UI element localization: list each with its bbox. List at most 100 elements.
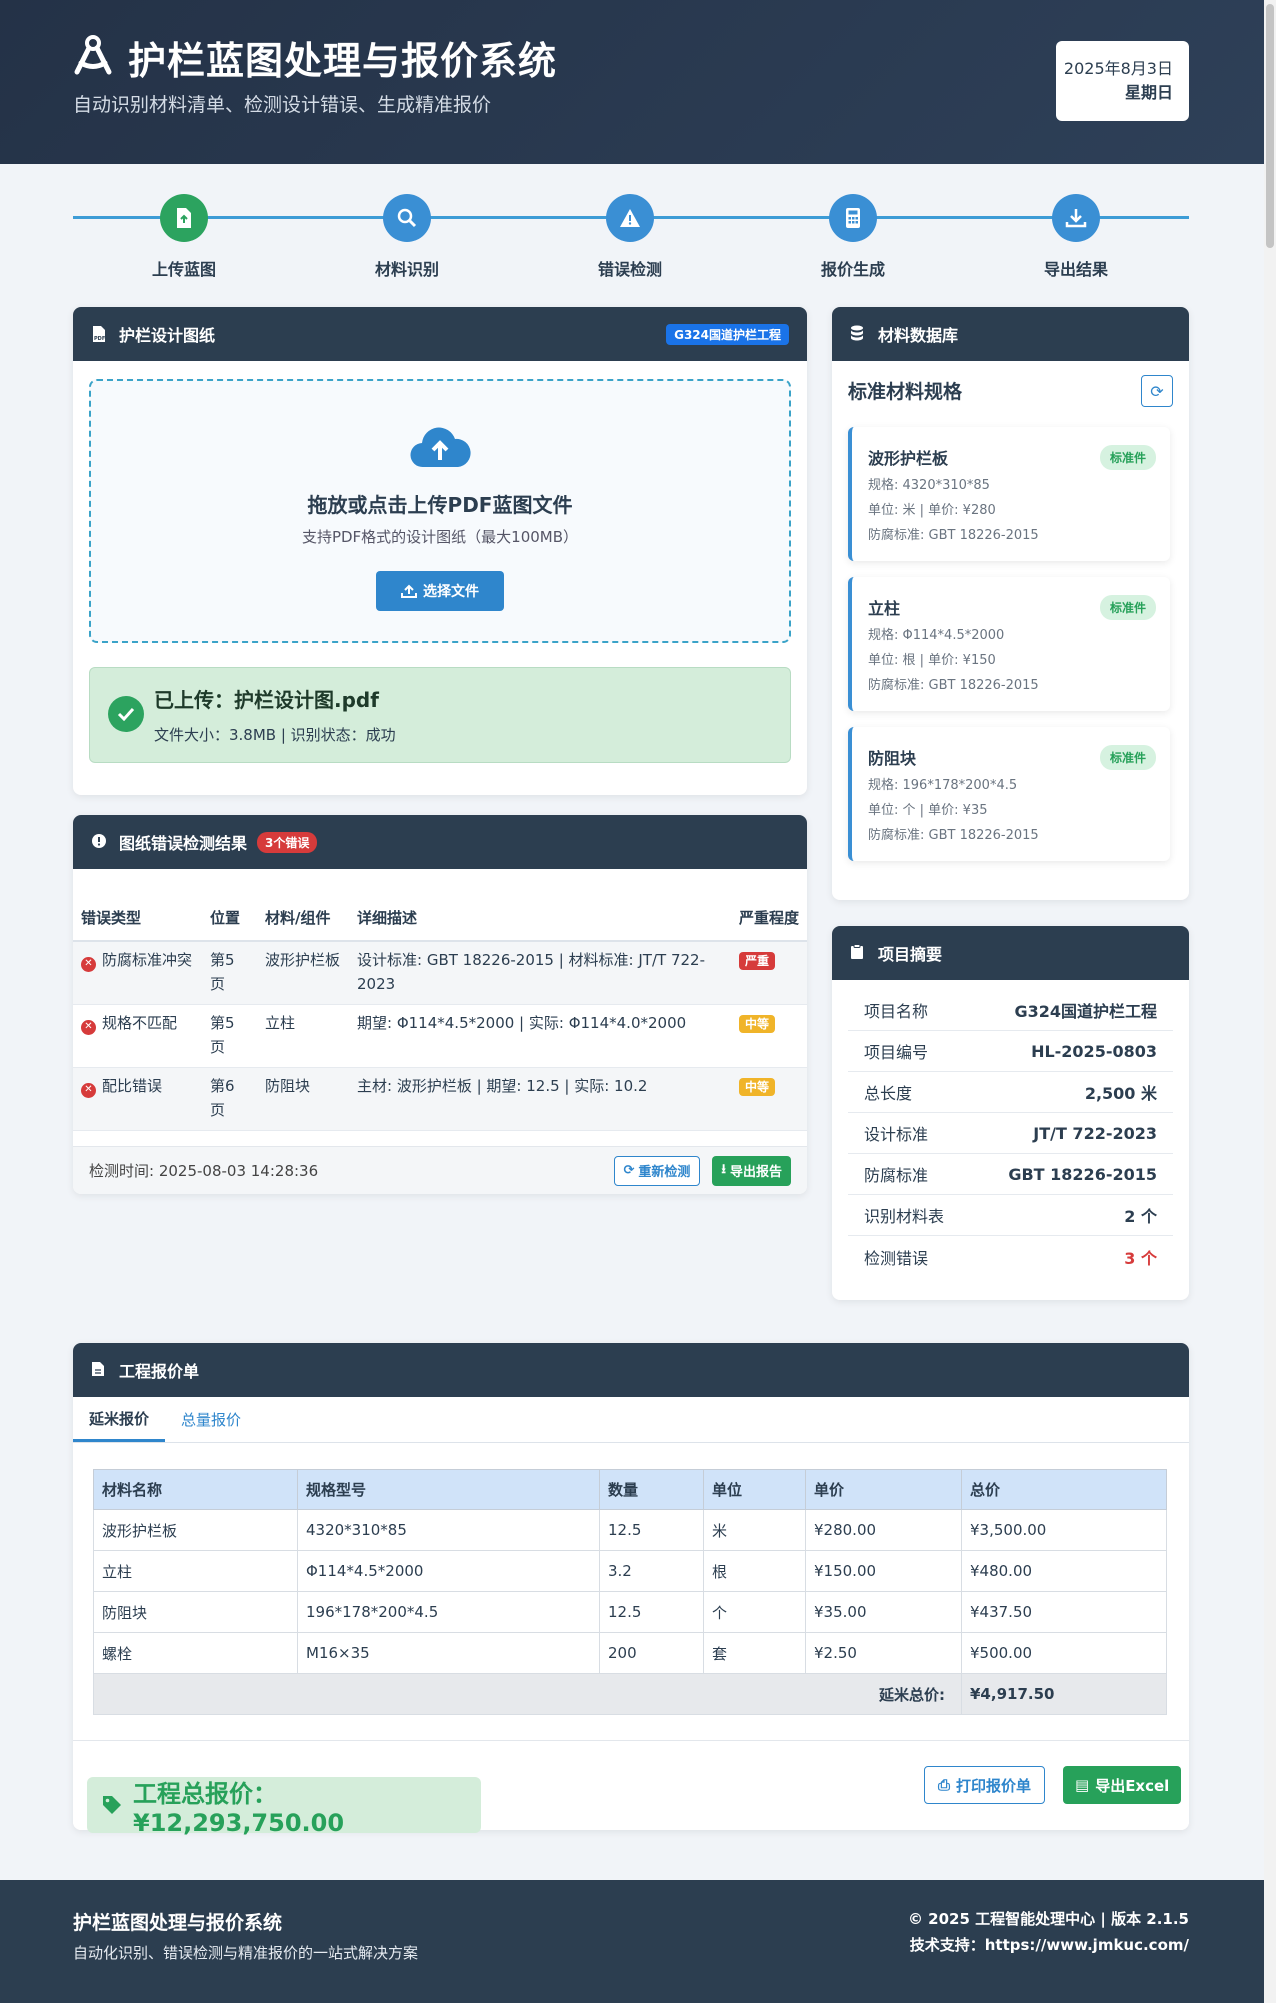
cell-total: ¥500.00 xyxy=(961,1632,1167,1674)
step-quote[interactable]: 报价生成 xyxy=(793,194,913,280)
column-header: 材料/组件 xyxy=(257,869,349,942)
error-type: 防腐标准冲突 xyxy=(102,951,193,969)
quote-footer: 工程总报价：¥12,293,750.00 ⎙ 打印报价单 ▤ 导出Excel xyxy=(73,1740,1189,1837)
export-excel-button[interactable]: ▤ 导出Excel xyxy=(1063,1766,1182,1804)
column-header: 材料名称 xyxy=(93,1469,298,1510)
summary-label: 项目名称 xyxy=(864,1002,929,1021)
column-header: 单位 xyxy=(703,1469,806,1510)
pdf-dropzone[interactable]: 拖放或点击上传PDF蓝图文件 支持PDF格式的设计图纸（最大100MB） 选择文… xyxy=(89,379,791,643)
summary-label: 总长度 xyxy=(864,1084,913,1103)
uploaded-file-title: 已上传：护栏设计图.pdf xyxy=(154,688,379,712)
cell-total: ¥437.50 xyxy=(961,1591,1167,1633)
error-detail: 期望: Φ114*4.5*2000 | 实际: Φ114*4.0*2000 xyxy=(349,1004,731,1068)
cell-unit: 个 xyxy=(703,1591,806,1633)
summary-row: 防腐标准 GBT 18226-2015 xyxy=(848,1154,1173,1195)
compass-logo-icon xyxy=(74,35,112,75)
cell-price: ¥35.00 xyxy=(805,1591,962,1633)
material-card[interactable]: 立柱 规格: Φ114*4.5*2000 单位: 根 | 单价: ¥150 防腐… xyxy=(848,577,1170,711)
calculator-icon xyxy=(829,194,877,242)
recheck-button[interactable]: ⟳ 重新检测 xyxy=(613,1155,701,1186)
date-text: 2025年8月3日 xyxy=(1063,59,1173,78)
cell-unit: 根 xyxy=(703,1550,806,1592)
app-header: 护栏蓝图处理与报价系统 自动识别材料清单、检测设计错误、生成精准报价 2025年… xyxy=(0,0,1264,164)
material-db-panel: 材料数据库 标准材料规格 ⟳ 波形护栏板 规格: 4320*310*85 单位:… xyxy=(832,307,1189,900)
summary-label: 检测错误 xyxy=(864,1248,929,1268)
error-location: 第5页 xyxy=(202,941,257,1005)
cell-spec: 4320*310*85 xyxy=(297,1509,600,1551)
summary-panel: 项目摘要 项目名称 G324国道护栏工程 项目编号 HL-2025-0803 总长度… xyxy=(832,926,1189,1300)
check-icon xyxy=(108,696,144,732)
summary-row: 总长度 2,500 米 xyxy=(848,1072,1173,1113)
severity-badge: 中等 xyxy=(739,1078,776,1096)
export-report-button[interactable]: ⭳ 导出报告 xyxy=(712,1155,791,1186)
footer-support-link[interactable]: 技术支持：https://www.jmkuc.com/ xyxy=(910,1934,1189,1955)
material-unit-price: 单位: 米 | 单价: ¥280 xyxy=(868,503,996,518)
column-header: 数量 xyxy=(599,1469,704,1510)
refresh-icon: ⟳ xyxy=(623,1163,635,1178)
page-scrollbar[interactable] xyxy=(1264,0,1276,2003)
standard-part-badge: 标准件 xyxy=(1099,445,1156,470)
error-x-icon: ✕ xyxy=(81,1019,96,1035)
total-value: ¥4,917.50 xyxy=(961,1673,1167,1715)
quote-tabs: 延米报价 总量报价 xyxy=(73,1397,1189,1443)
cell-name: 立柱 xyxy=(93,1550,298,1592)
error-component: 立柱 xyxy=(257,1004,349,1068)
scrollbar-thumb[interactable] xyxy=(1266,4,1274,248)
summary-value: 2,500 米 xyxy=(1084,1084,1157,1103)
column-header: 错误类型 xyxy=(73,869,202,942)
table-row[interactable]: ✕ 配比错误 第6页 防阻块 主材: 波形护栏板 | 期望: 12.5 | 实际:… xyxy=(73,1067,807,1131)
footer-copyright: © 2025 工程智能处理中心 | 版本 2.1.5 xyxy=(907,1910,1189,1928)
material-card[interactable]: 防阻块 规格: 196*178*200*4.5 单位: 个 | 单价: ¥35 … xyxy=(848,727,1170,861)
table-row[interactable]: ✕ 防腐标准冲突 第5页 波形护栏板 设计标准: GBT 18226-2015 |… xyxy=(73,941,807,1005)
price-tag-icon xyxy=(101,1794,123,1816)
summary-row: 检测错误 3 个 xyxy=(848,1236,1173,1277)
print-quote-button[interactable]: ⎙ 打印报价单 xyxy=(924,1766,1046,1804)
step-label: 错误检测 xyxy=(597,260,662,279)
grand-total-box: 工程总报价：¥12,293,750.00 xyxy=(87,1777,481,1837)
error-panel-footer: 检测时间: 2025-08-03 14:28:36 ⟳ 重新检测 ⭳ 导出报告 xyxy=(73,1146,807,1194)
cell-total: ¥480.00 xyxy=(961,1550,1167,1592)
cell-qty: 200 xyxy=(599,1632,704,1674)
pdf-file-icon: PDF xyxy=(91,325,109,343)
upload-icon xyxy=(401,584,417,598)
step-upload[interactable]: 上传蓝图 xyxy=(124,194,244,280)
table-row: 波形护栏板 4320*310*85 12.5 米 ¥280.00 ¥3,500.00 xyxy=(93,1509,1167,1551)
error-location: 第5页 xyxy=(202,1004,257,1068)
summary-label: 识别材料表 xyxy=(864,1207,945,1226)
database-icon xyxy=(850,325,868,343)
alert-circle-icon xyxy=(91,833,109,851)
material-unit-price: 单位: 根 | 单价: ¥150 xyxy=(868,653,996,668)
date-box: 2025年8月3日 星期日 xyxy=(1056,41,1189,121)
refresh-button[interactable]: ⟳ xyxy=(1141,375,1173,407)
standard-part-badge: 标准件 xyxy=(1099,745,1156,770)
quote-panel: 工程报价单 延米报价 总量报价 材料名称 规格型号 数量 单位 单价 总价 波形… xyxy=(73,1343,1189,1837)
error-x-icon: ✕ xyxy=(81,956,96,972)
error-component: 波形护栏板 xyxy=(257,941,349,1005)
error-type: 规格不匹配 xyxy=(102,1014,178,1032)
error-panel: 图纸错误检测结果 3个错误 错误类型 位置 材料/组件 详细描述 严重程度 ✕ 防… xyxy=(73,815,807,1194)
project-tag: G324国道护栏工程 xyxy=(666,323,789,345)
tab-total-quantity[interactable]: 总量报价 xyxy=(165,1397,257,1442)
error-count-badge: 3个错误 xyxy=(257,831,318,853)
table-row: 防阻块 196*178*200*4.5 12.5 个 ¥35.00 ¥437.50 xyxy=(93,1591,1167,1633)
column-header: 总价 xyxy=(961,1469,1167,1510)
cell-name: 防阻块 xyxy=(93,1591,298,1633)
quote-table: 材料名称 规格型号 数量 单位 单价 总价 波形护栏板 4320*310*85 12… xyxy=(93,1469,1167,1715)
total-label: 延米总价: xyxy=(93,1673,962,1715)
upload-success-box: 已上传：护栏设计图.pdf 文件大小：3.8MB | 识别状态：成功 xyxy=(89,667,791,763)
choose-file-button[interactable]: 选择文件 xyxy=(376,571,504,611)
footer-title: 护栏蓝图处理与报价系统 xyxy=(73,1912,283,1934)
material-card[interactable]: 波形护栏板 规格: 4320*310*85 单位: 米 | 单价: ¥280 防… xyxy=(848,427,1170,561)
tab-linear-meter[interactable]: 延米报价 xyxy=(73,1397,166,1442)
step-detect[interactable]: 错误检测 xyxy=(570,194,690,280)
step-export[interactable]: 导出结果 xyxy=(1016,194,1136,280)
step-identify[interactable]: 材料识别 xyxy=(347,194,467,280)
panel-header: PDF 护栏设计图纸 G324国道护栏工程 xyxy=(73,307,807,361)
error-component: 防阻块 xyxy=(257,1067,349,1131)
cell-spec: 196*178*200*4.5 xyxy=(297,1591,600,1633)
table-row[interactable]: ✕ 规格不匹配 第5页 立柱 期望: Φ114*4.5*2000 | 实际: Φ1… xyxy=(73,1004,807,1068)
dropzone-title: 拖放或点击上传PDF蓝图文件 xyxy=(307,493,573,517)
summary-row: 项目编号 HL-2025-0803 xyxy=(848,1031,1173,1072)
export-excel-label: 导出Excel xyxy=(1095,1776,1170,1795)
step-label: 材料识别 xyxy=(374,260,439,279)
